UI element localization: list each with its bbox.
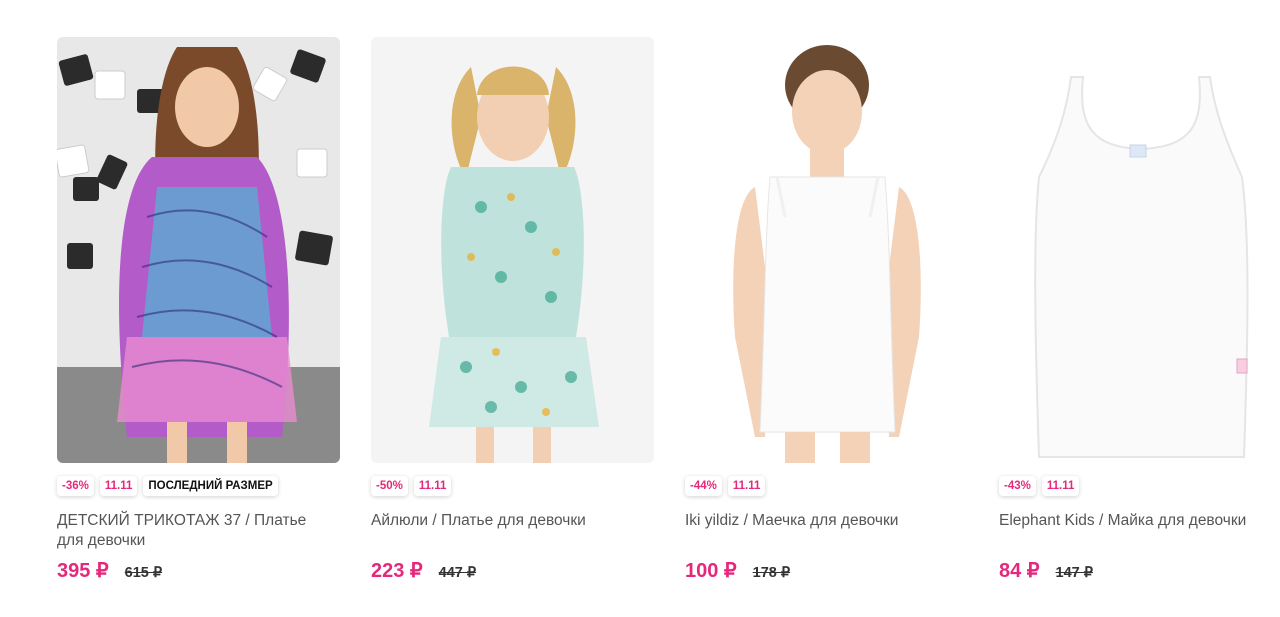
sale-date-badge: 11.11 xyxy=(413,476,452,496)
old-price: 615 ₽ xyxy=(124,565,163,581)
old-price: 447 ₽ xyxy=(438,565,477,581)
price-row: 100 ₽ 178 ₽ xyxy=(685,558,968,583)
product-title[interactable]: Elephant Kids / Майка для девочки xyxy=(999,511,1274,551)
sale-date-badge: 11.11 xyxy=(99,476,138,496)
badge-row: -50% 11.11 xyxy=(371,475,654,497)
price-row: 84 ₽ 147 ₽ xyxy=(999,558,1280,583)
product-card[interactable]: -36% 11.11 ПОСЛЕДНИЙ РАЗМЕР ДЕТСКИЙ ТРИК… xyxy=(57,37,340,583)
product-title[interactable]: ДЕТСКИЙ ТРИКОТАЖ 37 / Платье для девочки xyxy=(57,511,332,551)
old-price: 178 ₽ xyxy=(752,565,791,581)
product-card[interactable]: -44% 11.11 Iki yildiz / Маечка для девоч… xyxy=(685,37,968,583)
sale-date-badge: 11.11 xyxy=(727,476,766,496)
product-image[interactable] xyxy=(685,37,968,463)
old-price: 147 ₽ xyxy=(1055,565,1093,581)
product-image[interactable] xyxy=(57,37,340,463)
current-price: 100 ₽ xyxy=(685,560,737,582)
product-title[interactable]: Iki yildiz / Маечка для девочки xyxy=(685,511,960,551)
price-row: 395 ₽ 615 ₽ xyxy=(57,558,340,583)
product-image[interactable] xyxy=(999,37,1280,463)
current-price: 395 ₽ xyxy=(57,560,109,582)
product-title[interactable]: Айлюли / Платье для девочки xyxy=(371,511,646,551)
product-image[interactable] xyxy=(371,37,654,463)
badge-row: -36% 11.11 ПОСЛЕДНИЙ РАЗМЕР xyxy=(57,475,340,497)
badge-row: -43% 11.11 xyxy=(999,475,1280,497)
product-card[interactable]: -43% 11.11 Elephant Kids / Майка для дев… xyxy=(999,37,1280,583)
current-price: 223 ₽ xyxy=(371,560,423,582)
discount-badge: -44% xyxy=(685,476,722,496)
discount-badge: -36% xyxy=(57,476,94,496)
discount-badge: -43% xyxy=(999,476,1036,496)
product-card[interactable]: -50% 11.11 Айлюли / Платье для девочки 2… xyxy=(371,37,654,583)
discount-badge: -50% xyxy=(371,476,408,496)
current-price: 84 ₽ xyxy=(999,560,1040,582)
sale-date-badge: 11.11 xyxy=(1041,476,1080,496)
product-grid: -36% 11.11 ПОСЛЕДНИЙ РАЗМЕР ДЕТСКИЙ ТРИК… xyxy=(57,37,1280,583)
badge-row: -44% 11.11 xyxy=(685,475,968,497)
last-size-badge: ПОСЛЕДНИЙ РАЗМЕР xyxy=(143,476,278,496)
price-row: 223 ₽ 447 ₽ xyxy=(371,558,654,583)
